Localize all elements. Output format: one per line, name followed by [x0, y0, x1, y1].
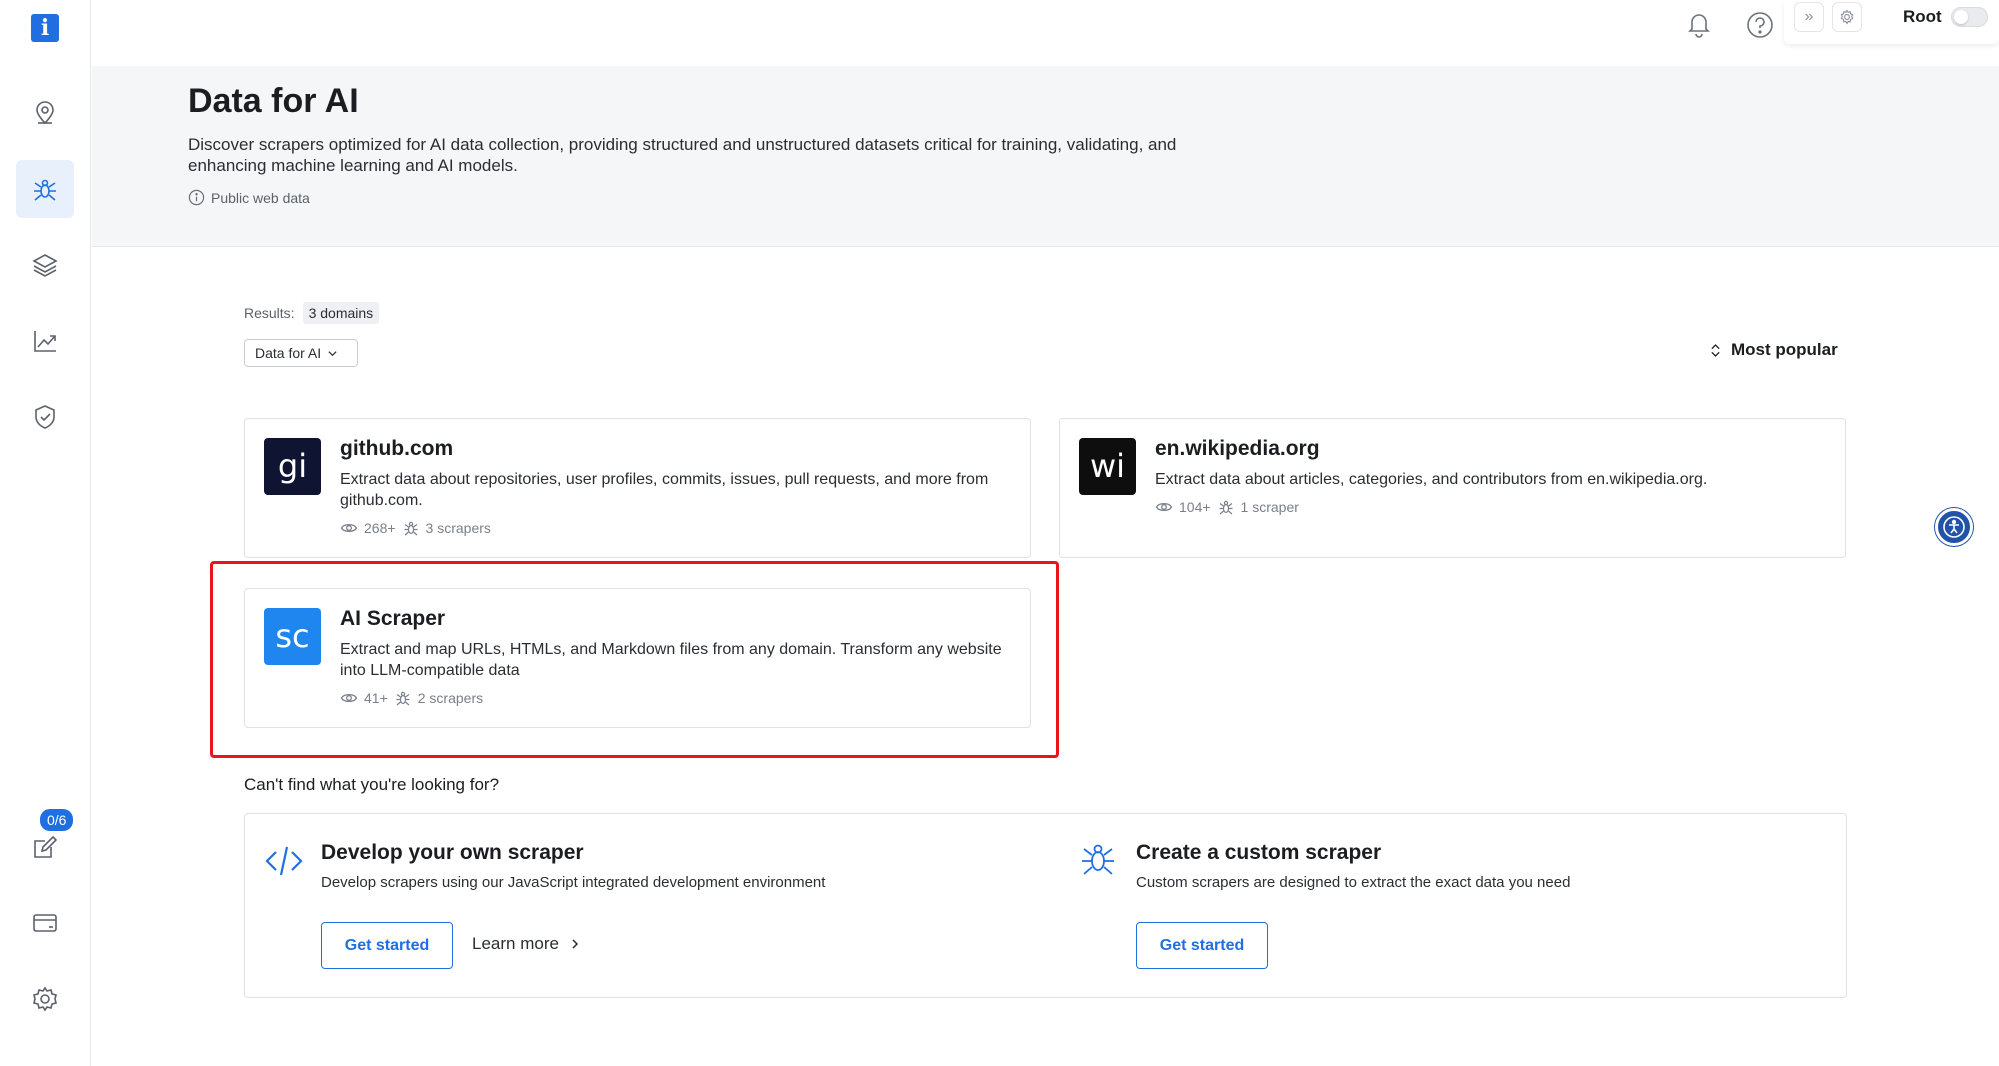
cant-find-heading: Can't find what you're looking for? [244, 775, 500, 794]
card-meta: 104+ 1 scraper [1155, 498, 1299, 516]
sidebar-item-datasets[interactable] [16, 236, 74, 294]
public-data-note: Public web data [188, 189, 310, 206]
custom-get-started-button[interactable]: Get started [1136, 922, 1268, 969]
results-summary: Results: 3 domains [244, 302, 380, 324]
panel-settings-button[interactable] [1832, 2, 1862, 32]
develop-get-started-button[interactable]: Get started [321, 922, 453, 969]
card-title[interactable]: en.wikipedia.org [1155, 437, 1320, 461]
results-count: 3 domains [302, 302, 380, 324]
sidebar-item-tasks[interactable] [16, 818, 74, 876]
views-count: 104+ [1179, 499, 1211, 515]
edit-icon [34, 835, 58, 858]
learn-more-label: Learn more [472, 934, 559, 953]
domain-card-github[interactable]: gi github.com Extract data about reposit… [244, 418, 1031, 558]
help-icon[interactable] [1745, 10, 1775, 40]
settings-icon [33, 986, 57, 1012]
root-toggle[interactable] [1951, 7, 1988, 27]
views-count: 268+ [364, 520, 396, 536]
expand-button[interactable]: » [1794, 2, 1824, 32]
sort-dropdown[interactable]: Most popular [1710, 340, 1838, 360]
sidebar-item-scrapers[interactable] [16, 160, 74, 218]
eye-icon [1155, 502, 1173, 512]
page-title: Data for AI [188, 82, 359, 120]
highlight-box [210, 561, 1059, 758]
shield-check-icon [35, 405, 55, 429]
accessibility-icon [1943, 516, 1965, 538]
category-filter-value: Data for AI [255, 345, 322, 361]
sidebar-item-analytics[interactable] [16, 312, 74, 370]
spider-icon [34, 179, 56, 201]
location-icon [36, 101, 54, 125]
sort-arrows-icon [1711, 343, 1720, 357]
results-label: Results: [244, 305, 295, 321]
layers-icon [32, 254, 58, 277]
info-icon [188, 189, 205, 206]
scrapers-count: 3 scrapers [425, 520, 491, 536]
custom-options-card: Develop your own scraper Develop scraper… [244, 813, 1847, 998]
sidebar-item-settings[interactable] [16, 970, 74, 1028]
eye-icon [340, 523, 358, 533]
card-description: Extract data about articles, categories,… [1155, 471, 1708, 488]
double-chevron-right-icon: » [1804, 8, 1814, 25]
public-data-label: Public web data [211, 189, 310, 206]
spider-icon [1219, 500, 1233, 515]
gear-icon [1840, 9, 1854, 25]
code-icon [265, 846, 303, 876]
root-label: Root [1903, 7, 1942, 26]
chevron-right-icon [572, 939, 578, 949]
develop-description: Develop scrapers using our JavaScript in… [321, 874, 826, 891]
bell-icon[interactable] [1684, 8, 1714, 38]
spider-icon [404, 521, 418, 536]
card-description: Extract data about repositories, user pr… [340, 471, 989, 509]
learn-more-link[interactable]: Learn more [472, 934, 581, 954]
github-logo: gi [264, 438, 321, 495]
custom-title: Create a custom scraper [1136, 841, 1382, 864]
wikipedia-logo: wi [1079, 438, 1136, 495]
billing-card-icon [33, 914, 57, 932]
card-title[interactable]: github.com [340, 437, 453, 461]
brand-logo[interactable]: i [31, 14, 59, 42]
chevron-down-icon [328, 350, 337, 356]
develop-title: Develop your own scraper [321, 841, 584, 864]
card-meta: 268+ 3 scrapers [340, 519, 491, 537]
custom-description: Custom scrapers are designed to extract … [1136, 874, 1571, 891]
chart-icon [34, 331, 56, 352]
accessibility-button[interactable] [1935, 508, 1973, 546]
sidebar-item-security[interactable] [16, 388, 74, 446]
sort-label: Most popular [1731, 340, 1838, 359]
page-description: Discover scrapers optimized for AI data … [188, 135, 1177, 175]
spider-icon [1082, 844, 1114, 875]
domain-card-wikipedia[interactable]: wi en.wikipedia.org Extract data about a… [1059, 418, 1846, 558]
sidebar-item-location[interactable] [16, 84, 74, 142]
sidebar: i 0/6 [0, 0, 91, 1066]
scrapers-count: 1 scraper [1240, 499, 1299, 515]
sidebar-item-billing[interactable] [16, 894, 74, 952]
category-filter-select[interactable]: Data for AI [244, 339, 358, 367]
